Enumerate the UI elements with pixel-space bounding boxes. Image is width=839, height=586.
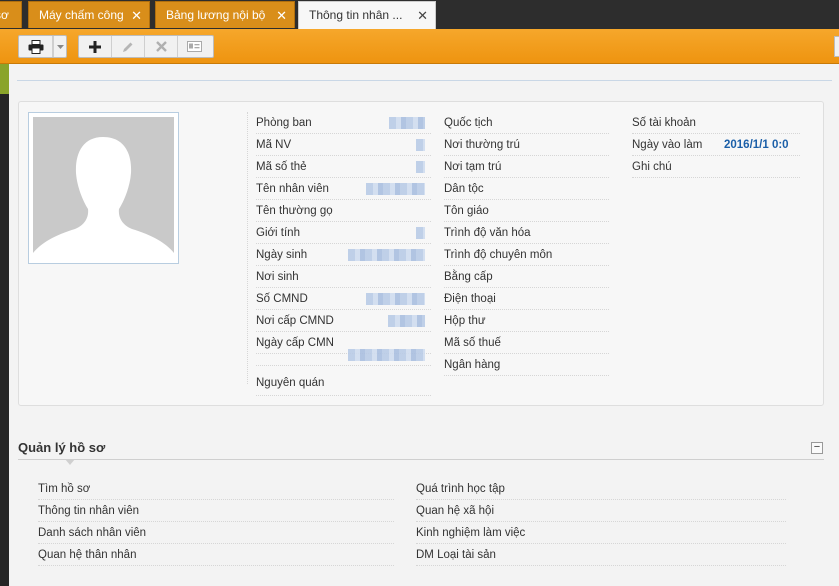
close-icon[interactable]: ✕ [417,2,428,29]
link-qua-trinh-hoc-tap[interactable]: Quá trình học tập [416,478,786,500]
profile-links-right: Quá trình học tập Quan hệ xã hội Kinh ng… [416,478,786,566]
section-divider [18,459,824,460]
contact-info-column: Quốc tịch Nơi thường trú Nơi tạm trú Dân… [444,112,609,376]
field-quoc-tich: Quốc tịch [444,112,609,134]
left-gutter [0,64,9,586]
redacted-value [348,249,425,261]
field-trinh-do-chuyen-mon: Trình độ chuyên môn [444,244,609,266]
field-so-cmnd: Số CMND [256,288,431,310]
main-content: Phòng ban Mã NV Mã số thẻ Tên nhân viên … [9,64,839,586]
field-dan-toc: Dân tộc [444,178,609,200]
employment-info-column: Số tài khoản Ngày vào làm 2016/1/1 0:0 Gh… [632,112,800,178]
tab-bar: sơ Máy chấm công ✕ Bảng lương nội bộ ✕ T… [0,0,839,29]
divider [17,80,832,81]
field-noi-thuong-tru: Nơi thường trú [444,134,609,156]
redacted-value [416,161,425,173]
chevron-down-icon [56,44,64,49]
field-noi-cap-cmnd: Nơi cấp CMND [256,310,431,332]
field-ten-nhan-vien: Tên nhân viên [256,178,431,200]
delete-icon [155,41,167,52]
redacted-value [389,117,425,129]
tab-may-cham-cong[interactable]: Máy chấm công ✕ [28,1,150,28]
field-ngay-vao-lam: Ngày vào làm 2016/1/1 0:0 [632,134,800,156]
redacted-value [366,293,425,305]
field-noi-sinh: Nơi sinh [256,266,431,288]
tab-label: sơ [0,8,9,22]
link-dm-loai-tai-san[interactable]: DM Loại tài sản [416,544,786,566]
section-notch [65,459,75,465]
field-trinh-do-van-hoa: Trình độ văn hóa [444,222,609,244]
edit-button[interactable] [112,36,145,57]
close-icon[interactable]: ✕ [131,2,142,28]
field-ngan-hang: Ngân hàng [444,354,609,376]
field-phong-ban: Phòng ban [256,112,431,134]
field-so-tai-khoan: Số tài khoản [632,112,800,134]
delete-button[interactable] [145,36,178,57]
link-tim-ho-so[interactable]: Tìm hồ sơ [38,478,394,500]
field-noi-tam-tru: Nơi tạm trú [444,156,609,178]
record-actions [78,35,214,58]
tab-label: Thông tin nhân ... [309,8,403,22]
print-icon [28,39,43,54]
field-ngay-sinh: Ngày sinh [256,244,431,266]
toolbar-overflow[interactable] [834,36,839,57]
field-ton-giao: Tôn giáo [444,200,609,222]
redacted-value [416,139,425,151]
tab-thong-tin-nhan-vien[interactable]: Thông tin nhân ... ✕ [298,1,436,29]
link-kinh-nghiem-lam-viec[interactable]: Kinh nghiệm làm việc [416,522,786,544]
field-dien-thoai: Điện thoại [444,288,609,310]
start-date-value: 2016/1/1 0:0 [724,139,789,151]
tab-bang-luong[interactable]: Bảng lương nội bộ ✕ [155,1,295,28]
collapse-button[interactable]: − [811,442,823,454]
close-icon[interactable]: ✕ [276,2,287,28]
tab-label: Máy chấm công [39,8,124,22]
redacted-value [366,183,425,195]
avatar[interactable] [28,112,179,264]
personal-info-column: Phòng ban Mã NV Mã số thẻ Tên nhân viên … [256,112,431,396]
link-quan-he-than-nhan[interactable]: Quan hệ thân nhân [38,544,394,566]
print-dropdown[interactable] [53,36,66,57]
redacted-value [348,349,425,361]
field-nguyen-quan: Nguyên quán [256,366,431,396]
person-silhouette-icon [33,117,174,258]
link-danh-sach-nhan-vien[interactable]: Danh sách nhân viên [38,522,394,544]
link-quan-he-xa-hoi[interactable]: Quan hệ xã hội [416,500,786,522]
gutter-accent [0,64,9,94]
column-divider [247,112,248,384]
field-ghi-chu: Ghi chú [632,156,800,178]
print-group [18,35,67,58]
field-ma-so-thue: Mã số thuế [444,332,609,354]
print-button[interactable] [19,36,53,57]
field-hop-thu: Hộp thư [444,310,609,332]
toolbar [0,29,839,64]
add-button[interactable] [79,36,112,57]
field-ma-nv: Mã NV [256,134,431,156]
field-gioi-tinh: Giới tính [256,222,431,244]
link-thong-tin-nhan-vien[interactable]: Thông tin nhân viên [38,500,394,522]
profile-links-left: Tìm hồ sơ Thông tin nhân viên Danh sách … [38,478,394,566]
tab-label: Bảng lương nội bộ [166,8,266,22]
redacted-value [388,315,425,327]
field-ma-so-the: Mã số thẻ [256,156,431,178]
section-title: Quản lý hồ sơ [18,440,106,455]
tab-ho-so[interactable]: sơ [0,1,22,28]
redacted-value [416,227,425,239]
pencil-icon [123,42,133,52]
field-ten-thuong-goi: Tên thường gọ [256,200,431,222]
card-icon [187,41,202,52]
avatar-placeholder [33,117,174,258]
card-button[interactable] [178,36,211,57]
profile-card: Phòng ban Mã NV Mã số thẻ Tên nhân viên … [18,101,824,406]
plus-icon [89,40,101,53]
field-bang-cap: Bằng cấp [444,266,609,288]
